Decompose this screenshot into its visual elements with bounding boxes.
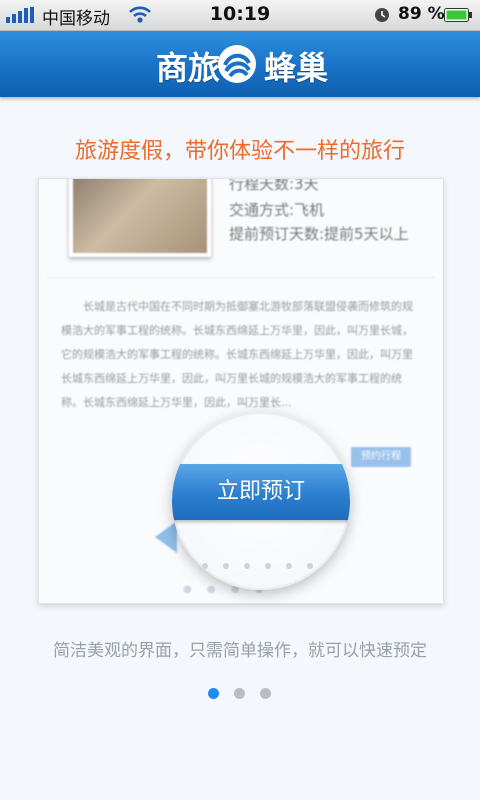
card-divider (47, 277, 435, 278)
magnified-dot (202, 563, 208, 569)
magnified-dot (286, 563, 292, 569)
logo-mark-icon (218, 45, 256, 83)
trip-days: 行程天数:3天 (229, 178, 319, 193)
page-dot-3[interactable] (260, 688, 271, 699)
app-header: 商旅 蜂巢 (0, 31, 480, 97)
trip-description: 长城是古代中国在不同时期为抵御塞北游牧部落联盟侵袭而修筑的规模浩大的军事工程的统… (61, 300, 413, 409)
trip-advance-booking: 提前预订天数:提前5天以上 (229, 225, 409, 243)
logo-text-left: 商旅 (156, 49, 221, 87)
page-dot-1[interactable] (208, 688, 219, 699)
alarm-clock-icon (375, 8, 389, 22)
magnified-dot (223, 563, 229, 569)
status-bar: 中国移动 10:19 89 % (0, 0, 480, 31)
app-logo: 商旅 蜂巢 (0, 31, 480, 97)
magnified-dots (202, 554, 332, 569)
magnified-dot (307, 563, 313, 569)
page-indicator[interactable] (208, 688, 278, 700)
book-now-button[interactable]: 立即预订 (172, 464, 350, 520)
magnifier-lens: 立即预订 (172, 412, 350, 590)
reserve-trip-button: 预约行程 (351, 447, 411, 467)
trip-photo (69, 179, 211, 257)
magnified-dot (244, 563, 250, 569)
feature-headline: 旅游度假，带你体验不一样的旅行 (74, 139, 405, 164)
battery-percent: 89 % (398, 4, 445, 24)
logo-text-right: 蜂巢 (264, 49, 329, 87)
trip-transport: 交通方式:飞机 (229, 201, 325, 219)
magnified-dot (265, 563, 271, 569)
battery-icon (444, 8, 472, 22)
page-dot-2[interactable] (234, 688, 245, 699)
feature-caption: 简洁美观的界面，只需简单操作，就可以快速预定 (53, 641, 427, 661)
